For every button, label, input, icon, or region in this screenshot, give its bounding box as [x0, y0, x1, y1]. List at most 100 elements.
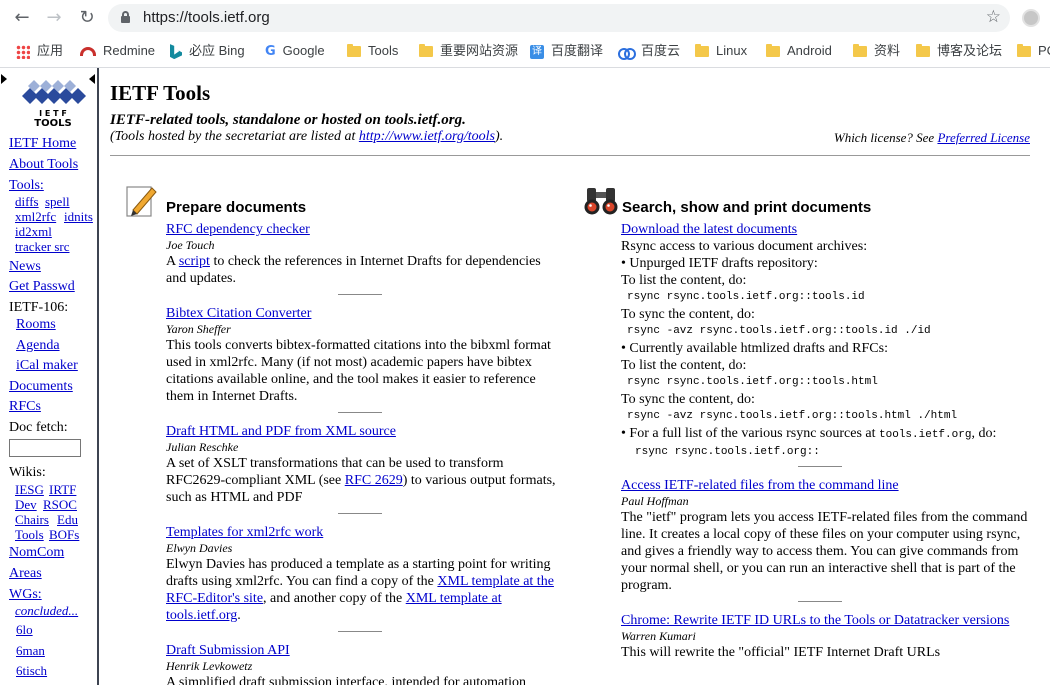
sidebar-about-tools[interactable]: About Tools	[9, 157, 78, 173]
bookmark-important-sites[interactable]: 重要网站资源	[419, 42, 518, 60]
sidebar-rooms[interactable]: Rooms	[16, 317, 56, 333]
section-heading-search: Search, show and print documents	[622, 199, 872, 216]
tool-description: The "ietf" program lets you access IETF-…	[621, 510, 1028, 593]
apps-grid-icon	[16, 44, 30, 59]
sidebar-get-passwd[interactable]: Get Passwd	[9, 279, 75, 295]
tool-entry: Download the latest documents Rsync acce…	[621, 221, 1031, 461]
sidebar-wg-item[interactable]: 6lo	[16, 622, 33, 638]
sidebar-wiki-dev[interactable]: Dev	[15, 497, 37, 513]
preferred-license-link[interactable]: Preferred License	[937, 130, 1030, 145]
tool-title-link[interactable]: Draft HTML and PDF from XML source	[166, 423, 556, 440]
bookmark-pc[interactable]: PC	[1017, 42, 1050, 60]
bookmark-blogs[interactable]: 博客及论坛	[916, 42, 1002, 60]
tool-author: Paul Hoffman	[621, 494, 689, 508]
rfc2629-link[interactable]: RFC 2629	[345, 473, 403, 488]
tool-title-link[interactable]: Bibtex Citation Converter	[166, 305, 556, 322]
ietf-tools-logo[interactable]: I E T F TOOLS	[18, 78, 88, 128]
folder-icon	[695, 44, 709, 58]
sidebar-wiki-tools[interactable]: Tools	[15, 527, 44, 543]
browser-toolbar: ← → ↻ https://tools.ietf.org ☆ 应用 Redmin…	[0, 0, 1050, 68]
rsync-command: rsync rsync.tools.ietf.org::tools.id	[627, 291, 865, 303]
bookmark-tools[interactable]: Tools	[347, 42, 398, 60]
sidebar-wgs[interactable]: WGs:	[9, 587, 42, 603]
sidebar-wg-item[interactable]: 6man	[16, 643, 45, 659]
ietf-tools-link[interactable]: http://www.ietf.org/tools	[359, 129, 495, 144]
bing-icon	[170, 44, 182, 60]
folder-icon	[916, 44, 930, 58]
sidebar-agenda[interactable]: Agenda	[16, 338, 60, 354]
sidebar-spell[interactable]: spell	[45, 194, 70, 210]
sidebar-ietf-home[interactable]: IETF Home	[9, 136, 76, 152]
bookmark-apps[interactable]: 应用	[16, 42, 63, 60]
collapse-right-icon[interactable]	[89, 74, 95, 84]
rsync-command: rsync -avz rsync.tools.ietf.org::tools.i…	[627, 325, 931, 337]
sidebar-nomcom[interactable]: NomCom	[9, 545, 64, 561]
tool-author: Henrik Levkowetz	[166, 659, 253, 673]
separator	[338, 631, 382, 632]
sidebar-documents[interactable]: Documents	[9, 379, 73, 395]
sidebar-wiki-rsoc[interactable]: RSOC	[43, 497, 77, 513]
reload-icon[interactable]: ↻	[77, 8, 97, 28]
tool-description: This tools converts bibtex-formatted cit…	[166, 338, 551, 404]
tool-description: This will rewrite the "official" IETF In…	[621, 645, 941, 660]
sidebar-wiki-irtf[interactable]: IRTF	[49, 482, 76, 498]
sidebar-wiki-iesg[interactable]: IESG	[15, 482, 44, 498]
bookmark-android[interactable]: Android	[766, 42, 832, 60]
bookmark-redmine[interactable]: Redmine	[80, 42, 155, 60]
sidebar-wiki-chairs[interactable]: Chairs	[15, 512, 49, 528]
svg-text:I E T F: I E T F	[39, 109, 67, 118]
sidebar-xml2rfc[interactable]: xml2rfc	[15, 209, 56, 225]
tool-entry: Bibtex Citation Converter Yaron Sheffer …	[166, 305, 556, 405]
tool-entry: Draft HTML and PDF from XML source Julia…	[166, 423, 556, 505]
pencil-notepad-icon	[126, 186, 157, 217]
bookmarks-bar: 应用 Redmine 必应 Bing G Google Tools 重要网站资源 …	[0, 37, 1050, 65]
tool-author: Joe Touch	[166, 238, 215, 252]
tool-title-link[interactable]: Draft Submission API	[166, 642, 556, 659]
sidebar-tracker-src[interactable]: tracker src	[15, 239, 70, 255]
address-bar[interactable]: https://tools.ietf.org ☆	[108, 4, 1010, 32]
sidebar-diffs[interactable]: diffs	[15, 194, 39, 210]
separator	[798, 601, 842, 602]
back-arrow-icon[interactable]: ←	[12, 8, 32, 28]
profile-avatar-icon[interactable]	[1022, 9, 1040, 27]
sidebar-wiki-edu[interactable]: Edu	[57, 512, 78, 528]
bookmark-baidu-cloud[interactable]: 百度云	[618, 42, 680, 61]
sidebar-wg-concluded[interactable]: concluded...	[15, 603, 78, 619]
tool-title-link[interactable]: Templates for xml2rfc work	[166, 524, 556, 541]
sidebar-tools[interactable]: Tools:	[9, 178, 44, 194]
sidebar-areas[interactable]: Areas	[9, 566, 42, 582]
separator	[798, 466, 842, 467]
script-link[interactable]: script	[179, 254, 210, 269]
bookmark-materials[interactable]: 资料	[853, 42, 900, 60]
tool-entry: Access IETF-related files from the comma…	[621, 477, 1031, 594]
tool-author: Yaron Sheffer	[166, 322, 231, 336]
license-note: Which license? See Preferred License	[833, 130, 1030, 145]
sidebar-wikis-label: Wikis:	[9, 465, 46, 480]
tool-title-link[interactable]: Download the latest documents	[621, 221, 1031, 238]
forward-arrow-icon[interactable]: →	[44, 8, 64, 28]
sidebar-news[interactable]: News	[9, 259, 41, 275]
tool-title-link[interactable]: Chrome: Rewrite IETF ID URLs to the Tool…	[621, 612, 1031, 629]
page-content: I E T F TOOLS IETF Home About Tools Tool…	[0, 68, 1050, 685]
bookmark-bing[interactable]: 必应 Bing	[170, 42, 245, 60]
tool-title-link[interactable]: Access IETF-related files from the comma…	[621, 477, 1031, 494]
sidebar-ical-maker[interactable]: iCal maker	[16, 358, 78, 374]
sidebar-idnits[interactable]: idnits	[64, 209, 93, 225]
sidebar: I E T F TOOLS IETF Home About Tools Tool…	[0, 68, 99, 685]
bookmark-baidu-translate[interactable]: 译百度翻译	[530, 42, 603, 60]
bookmark-google[interactable]: G Google	[265, 42, 325, 60]
sidebar-wiki-bofs[interactable]: BOFs	[49, 527, 79, 543]
bookmark-linux[interactable]: Linux	[695, 42, 747, 60]
tool-author: Elwyn Davies	[166, 541, 233, 555]
sidebar-wg-item[interactable]: 6tisch	[16, 663, 47, 679]
url-text[interactable]: https://tools.ietf.org	[143, 9, 270, 26]
section-heading-prepare: Prepare documents	[166, 199, 307, 216]
tool-title-link[interactable]: RFC dependency checker	[166, 221, 556, 238]
bookmark-star-icon[interactable]: ☆	[986, 7, 1001, 27]
sidebar-id2xml[interactable]: id2xml	[15, 224, 52, 240]
tool-entry: Chrome: Rewrite IETF ID URLs to the Tool…	[621, 612, 1031, 661]
sidebar-rfcs[interactable]: RFCs	[9, 399, 41, 415]
collapse-left-icon[interactable]	[1, 74, 7, 84]
separator	[338, 513, 382, 514]
doc-fetch-input[interactable]	[9, 439, 81, 457]
